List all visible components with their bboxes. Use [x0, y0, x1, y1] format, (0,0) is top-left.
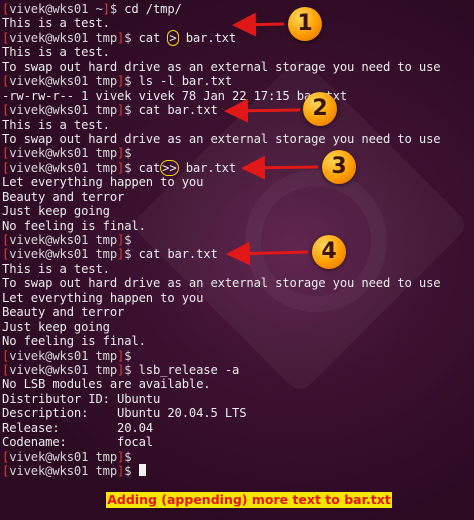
prompt-user-host-dir: vivek@wks01 tmp	[9, 449, 117, 464]
output-line: Description: Ubuntu 20.04.5 LTS	[2, 406, 247, 421]
prompt-line: [vivek@wks01 tmp]$ lsb_release -a	[2, 363, 474, 377]
output-line: Just keep going	[2, 319, 110, 334]
prompt-line: [vivek@wks01 tmp]$ ls -l bar.txt	[2, 74, 474, 88]
prompt-user-host-dir: vivek@wks01 tmp	[9, 146, 117, 161]
prompt-user-host-dir: vivek@wks01 tmp	[9, 247, 117, 262]
prompt-line: [vivek@wks01 tmp]$	[2, 146, 474, 160]
prompt-line: [vivek@wks01 tmp]$ cat bar.txt	[2, 247, 474, 261]
command-text: ls -l bar.txt	[138, 74, 233, 89]
caption-banner: Adding (appending) more text to bar.txt	[106, 492, 392, 508]
terminal-window[interactable]: [vivek@wks01 ~]$ cd /tmp/This is a test.…	[0, 0, 474, 520]
output-line: -rw-rw-r-- 1 vivek vivek 78 Jan 22 17:15…	[2, 88, 347, 103]
callout-badge-2: 2	[303, 92, 337, 126]
output-line: To swap out hard drive as an external st…	[2, 276, 441, 291]
output-line: Release: 20.04	[2, 420, 153, 435]
prompt-user-host-dir: vivek@wks01 tmp	[9, 348, 117, 363]
callout-badge-1: 1	[288, 7, 322, 41]
output-line: This is a test.	[2, 16, 110, 31]
prompt-line: [vivek@wks01 ~]$ cd /tmp/	[2, 2, 474, 16]
prompt-line: [vivek@wks01 tmp]$ cat >> bar.txt	[2, 159, 474, 176]
prompt-symbol: $	[124, 160, 139, 175]
redirect-operator-highlight: >	[167, 29, 179, 46]
terminal-output: [vivek@wks01 ~]$ cd /tmp/This is a test.…	[2, 2, 474, 478]
prompt-user-host-dir: vivek@wks01 ~	[9, 2, 103, 16]
prompt-user-host-dir: vivek@wks01 tmp	[9, 233, 117, 247]
prompt-user-host-dir: vivek@wks01 tmp	[9, 160, 117, 175]
redirect-operator-highlight: >>	[160, 159, 179, 176]
prompt-line: [vivek@wks01 tmp]$	[2, 464, 474, 478]
output-line: Codename: focal	[2, 435, 153, 450]
prompt-user-host-dir: vivek@wks01 tmp	[9, 362, 117, 377]
prompt-user-host-dir: vivek@wks01 tmp	[9, 103, 117, 118]
prompt-symbol: $	[124, 74, 139, 89]
callout-badge-4: 4	[312, 235, 346, 269]
callout-badge-3: 3	[322, 150, 356, 184]
text-cursor	[138, 464, 146, 476]
output-line: Beauty and terror	[2, 305, 125, 320]
prompt-symbol: $	[124, 247, 139, 262]
output-line: To swap out hard drive as an external st…	[2, 131, 441, 146]
command-text: bar.txt	[178, 30, 236, 45]
prompt-line: [vivek@wks01 tmp]$ cat bar.txt	[2, 103, 474, 117]
prompt-symbol: $	[124, 362, 139, 377]
prompt-symbol: $	[124, 464, 139, 478]
prompt-symbol: $	[124, 30, 139, 45]
command-text: cat	[138, 160, 161, 175]
output-line: Beauty and terror	[2, 189, 125, 204]
prompt-symbol: $	[124, 233, 139, 247]
prompt-symbol: $	[124, 348, 139, 363]
command-text: cat bar.txt	[138, 247, 218, 262]
output-line: Distributor ID: Ubuntu	[2, 391, 161, 406]
prompt-bracket-close: ]	[102, 2, 110, 16]
output-line: No feeling is final.	[2, 334, 146, 349]
prompt-symbol: $	[124, 449, 139, 464]
output-line: Just keep going	[2, 204, 110, 219]
output-line: To swap out hard drive as an external st…	[2, 59, 441, 74]
prompt-user-host-dir: vivek@wks01 tmp	[9, 74, 117, 89]
output-line: No LSB modules are available.	[2, 377, 211, 392]
command-text: lsb_release -a	[138, 362, 240, 377]
prompt-line: [vivek@wks01 tmp]$	[2, 233, 474, 247]
output-line: Let everything happen to you	[2, 175, 204, 190]
prompt-user-host-dir: vivek@wks01 tmp	[9, 464, 117, 478]
output-line: This is a test.	[2, 117, 110, 132]
output-line: Let everything happen to you	[2, 290, 204, 305]
command-text: cd /tmp/	[124, 2, 182, 16]
prompt-symbol: $	[124, 103, 139, 118]
output-line: No feeling is final.	[2, 218, 146, 233]
command-text: cat bar.txt	[138, 103, 218, 118]
output-line: This is a test.	[2, 261, 110, 276]
prompt-symbol: $	[109, 2, 125, 16]
command-text: bar.txt	[178, 160, 236, 175]
prompt-user-host-dir: vivek@wks01 tmp	[9, 30, 117, 45]
prompt-line: [vivek@wks01 tmp]$	[2, 349, 474, 363]
prompt-line: [vivek@wks01 tmp]$ cat > bar.txt	[2, 29, 474, 46]
command-text: cat	[138, 30, 168, 45]
prompt-symbol: $	[124, 146, 139, 161]
output-line: This is a test.	[2, 45, 110, 60]
prompt-line: [vivek@wks01 tmp]$	[2, 450, 474, 464]
